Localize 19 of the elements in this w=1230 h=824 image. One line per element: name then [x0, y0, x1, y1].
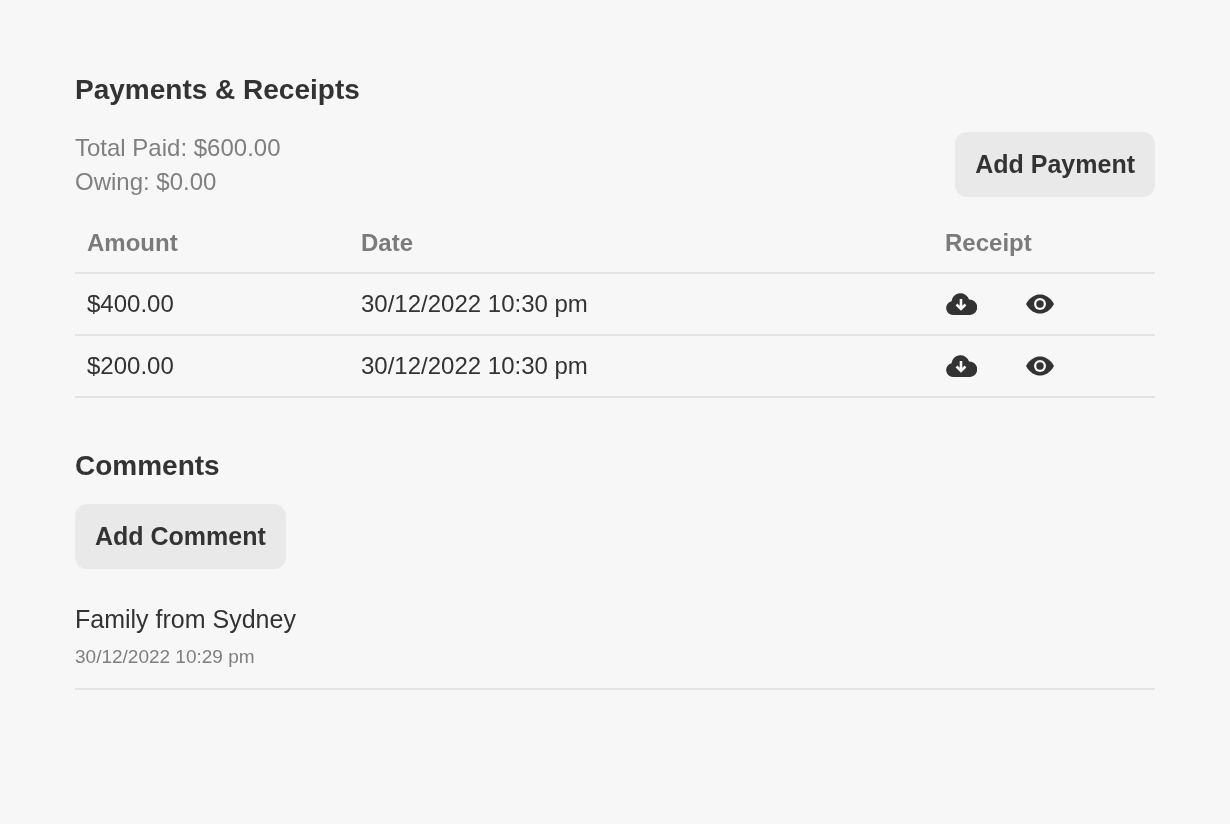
eye-icon[interactable]	[1025, 294, 1055, 314]
comment-text: Family from Sydney	[75, 605, 297, 634]
date-cell: 30/12/2022 10:30 pm	[349, 335, 933, 397]
amount-cell: $400.00	[75, 273, 349, 335]
total-paid: Total Paid: $600.00	[75, 133, 281, 162]
date-cell: 30/12/2022 10:30 pm	[349, 273, 933, 335]
owing-amount: Owing: $0.00	[75, 167, 218, 196]
add-comment-button[interactable]: Add Comment	[75, 504, 286, 569]
column-header: Receipt	[933, 217, 1155, 273]
column-header: Date	[349, 217, 933, 273]
eye-icon[interactable]	[1025, 356, 1055, 376]
cloud-download-icon[interactable]	[945, 354, 977, 378]
amount-cell: $200.00	[75, 335, 349, 397]
add-payment-button[interactable]: Add Payment	[955, 132, 1155, 197]
section-title: Comments	[75, 450, 221, 482]
section-title: Payments & Receipts	[75, 74, 361, 106]
column-header: Amount	[75, 217, 349, 273]
cloud-download-icon[interactable]	[945, 292, 977, 316]
comment-timestamp: 30/12/2022 10:29 pm	[75, 646, 256, 668]
